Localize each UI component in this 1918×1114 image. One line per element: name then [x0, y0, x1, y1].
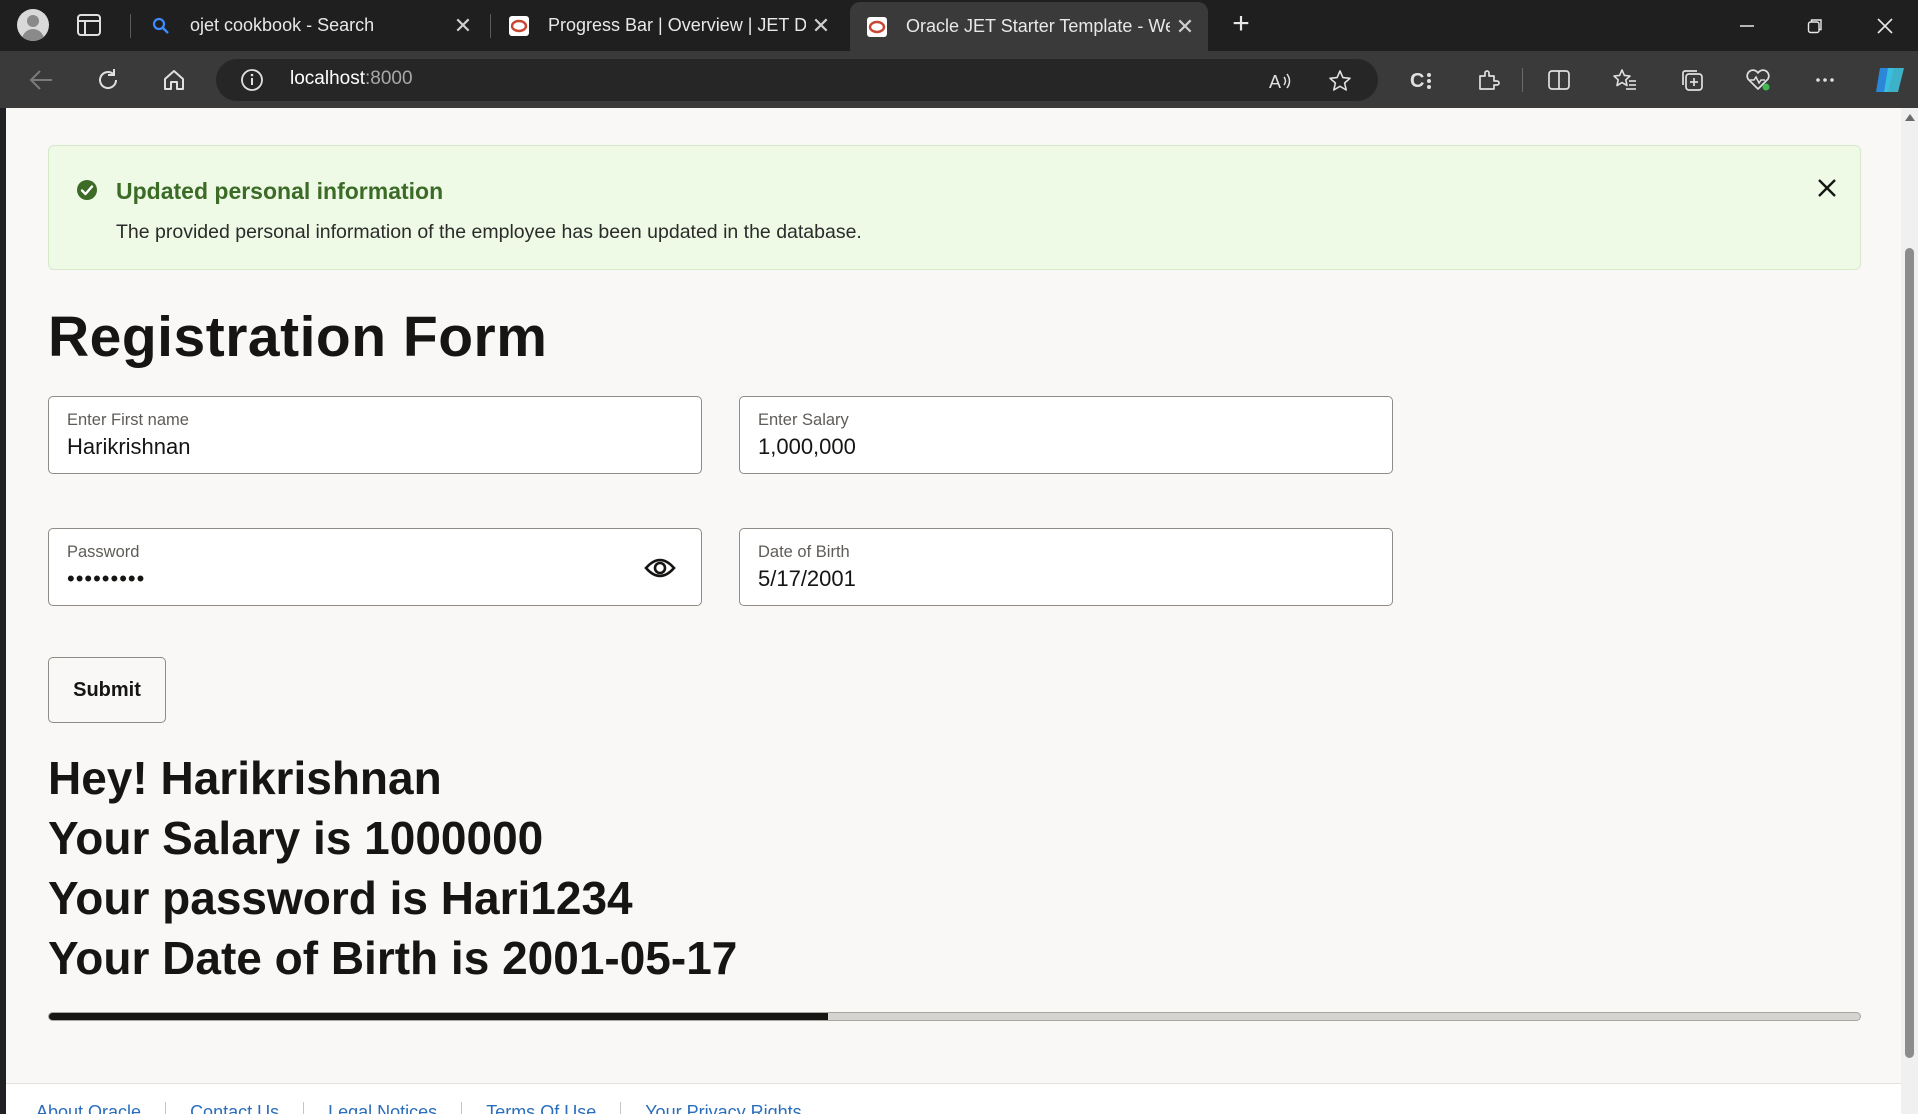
browser-toolbar: localhost:8000 A C	[0, 51, 1918, 108]
extensions-icon[interactable]	[1473, 65, 1503, 95]
footer-link-privacy-rights[interactable]: Your Privacy Rights	[621, 1102, 825, 1114]
tab-title: ojet cookbook - Search	[190, 15, 375, 35]
date-of-birth-field[interactable]: Date of Birth	[739, 528, 1393, 606]
banner-title: Updated personal information	[116, 178, 444, 204]
show-password-eye-icon[interactable]	[644, 554, 676, 582]
progress-bar-fill	[49, 1013, 828, 1020]
tab-title: Oracle JET Starter Template - Wel	[906, 16, 1170, 36]
refresh-icon[interactable]	[93, 65, 123, 95]
first-name-field[interactable]: Enter First name	[48, 396, 702, 474]
tab-search[interactable]: ojet cookbook - Search ✕	[134, 0, 486, 51]
favorite-star-icon[interactable]	[1327, 68, 1353, 94]
tab-divider	[490, 14, 491, 38]
scroll-up-arrow-icon[interactable]	[1905, 114, 1915, 121]
read-aloud-icon[interactable]: A	[1268, 68, 1294, 94]
salary-label: Enter Salary	[758, 411, 849, 429]
page-footer: About Oracle Contact Us Legal Notices Te…	[6, 1083, 1901, 1114]
footer-link-legal-notices[interactable]: Legal Notices	[304, 1102, 463, 1114]
favorites-icon[interactable]	[1610, 65, 1640, 95]
svg-text:A: A	[1269, 72, 1281, 92]
salary-input[interactable]	[758, 434, 1318, 460]
search-icon	[150, 15, 172, 37]
date-of-birth-label: Date of Birth	[758, 543, 850, 561]
password-field[interactable]: Password •••••••••	[48, 528, 702, 606]
jet-favicon-icon	[508, 15, 530, 37]
tab-actions-icon[interactable]	[76, 13, 102, 37]
copilot-icon[interactable]	[1872, 63, 1908, 97]
jet-favicon-icon	[866, 16, 888, 38]
password-input[interactable]: •••••••••	[67, 566, 145, 592]
salary-field[interactable]: Enter Salary	[739, 396, 1393, 474]
page-scrollbar[interactable]	[1901, 108, 1918, 1114]
copilot-c-icon[interactable]: C	[1407, 65, 1437, 95]
back-icon[interactable]	[26, 65, 56, 95]
toolbar-divider	[1522, 68, 1523, 92]
close-tab-icon[interactable]: ✕	[806, 11, 836, 41]
close-tab-icon[interactable]: ✕	[1170, 12, 1200, 42]
url-port: :8000	[365, 68, 413, 89]
close-window-button[interactable]	[1852, 0, 1918, 51]
browser-essentials-icon[interactable]	[1743, 65, 1773, 95]
success-banner: Updated personal information The provide…	[48, 145, 1861, 270]
footer-link-about-oracle[interactable]: About Oracle	[36, 1102, 167, 1114]
tab-title: Progress Bar | Overview | JET Dev	[548, 15, 806, 35]
banner-message: The provided personal information of the…	[116, 221, 862, 243]
tab-progress-bar[interactable]: Progress Bar | Overview | JET Dev ✕	[492, 0, 844, 51]
split-screen-icon[interactable]	[1544, 65, 1574, 95]
tab-divider	[130, 14, 131, 38]
tab-starter-template[interactable]: Oracle JET Starter Template - Wel ✕	[850, 2, 1208, 51]
footer-link-terms-of-use[interactable]: Terms Of Use	[462, 1102, 622, 1114]
minimize-button[interactable]	[1714, 0, 1780, 51]
greeting-text: Hey! Harikrishnan	[48, 752, 442, 804]
page-title: Registration Form	[48, 305, 548, 369]
browser-title-bar: ojet cookbook - Search ✕ Progress Bar | …	[0, 0, 1918, 51]
password-label: Password	[67, 543, 140, 561]
footer-link-contact-us[interactable]: Contact Us	[166, 1102, 305, 1114]
date-of-birth-output-text: Your Date of Birth is 2001-05-17	[48, 932, 738, 984]
more-options-icon[interactable]	[1810, 65, 1840, 95]
url-text[interactable]: localhost:8000	[290, 68, 413, 90]
svg-text:C: C	[1410, 70, 1424, 92]
close-icon[interactable]	[1809, 170, 1845, 206]
restore-button[interactable]	[1782, 0, 1848, 51]
salary-output-text: Your Salary is 1000000	[48, 812, 544, 864]
profile-avatar[interactable]	[17, 9, 49, 41]
check-circle-icon	[76, 179, 98, 201]
close-tab-icon[interactable]: ✕	[448, 11, 478, 41]
collections-icon[interactable]	[1677, 65, 1707, 95]
home-icon[interactable]	[159, 65, 189, 95]
progress-bar	[48, 1012, 1861, 1021]
url-host: localhost	[290, 68, 365, 89]
first-name-label: Enter First name	[67, 411, 189, 429]
scrollbar-thumb[interactable]	[1905, 248, 1914, 1058]
address-bar[interactable]: localhost:8000 A	[216, 59, 1378, 101]
date-of-birth-input[interactable]	[758, 566, 1318, 592]
first-name-input[interactable]	[67, 434, 627, 460]
new-tab-button[interactable]: +	[1226, 9, 1256, 40]
password-output-text: Your password is Hari1234	[48, 872, 633, 924]
submit-button[interactable]: Submit	[48, 657, 166, 723]
site-info-icon[interactable]	[240, 68, 264, 92]
page-viewport: Updated personal information The provide…	[6, 108, 1901, 1114]
